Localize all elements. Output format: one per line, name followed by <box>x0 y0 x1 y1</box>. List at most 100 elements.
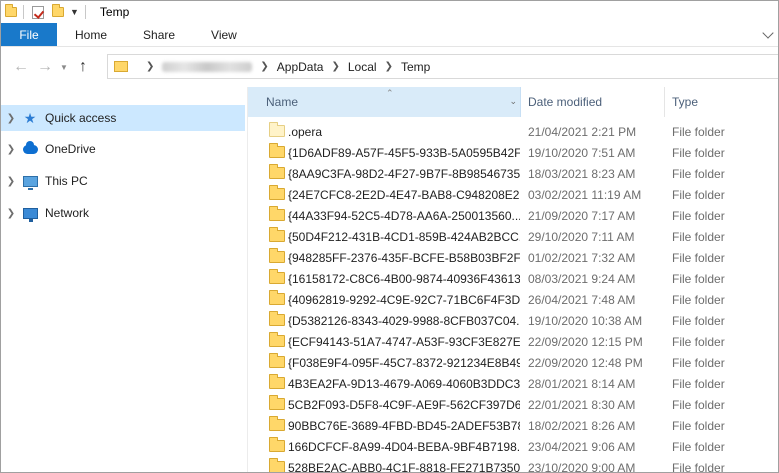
breadcrumb-user[interactable]: ❯ <box>162 61 276 72</box>
file-date-modified: 23/04/2021 9:06 AM <box>528 439 636 454</box>
file-row[interactable]: {40962819-9292-4C9E-92C7-71BC6F4F3D... 26… <box>248 289 778 310</box>
file-row[interactable]: {F038E9F4-095F-45C7-8372-921234E8B493} 22… <box>248 352 778 373</box>
sidebar-item-label: Quick access <box>45 111 117 125</box>
sidebar-item-onedrive[interactable]: ❯ OneDrive <box>1 136 245 162</box>
sidebar-item-network[interactable]: ❯ Network <box>1 200 245 226</box>
tab-view[interactable]: View <box>193 23 255 46</box>
file-row[interactable]: {44A33F94-52C5-4D78-AA6A-250013560... 21/… <box>248 205 778 226</box>
expand-icon[interactable]: ❯ <box>1 208 21 219</box>
column-filter-dropdown-icon[interactable]: ⌄ <box>509 96 517 107</box>
file-list: ⌃ Name ⌄ Date modified Type .opera 21/04/… <box>248 87 778 473</box>
tab-share[interactable]: Share <box>125 23 193 46</box>
column-header-type[interactable]: Type <box>666 87 778 117</box>
file-row[interactable]: {16158172-C8C6-4B00-9874-40936F43613B} 08… <box>248 268 778 289</box>
file-date-modified: 21/04/2021 2:21 PM <box>528 124 637 139</box>
sidebar-item-this-pc[interactable]: ❯ This PC <box>1 168 245 194</box>
file-name[interactable]: 166DCFCF-8A99-4D04-BEBA-9BF4B7198... <box>288 440 520 454</box>
file-row[interactable]: 5CB2F093-D5F8-4C9F-AE9F-562CF397D6... 22/… <box>248 394 778 415</box>
file-date-modified: 22/09/2020 12:48 PM <box>528 355 643 370</box>
folder-icon <box>269 353 285 368</box>
file-name[interactable]: {50D4F212-431B-4CD1-859B-424AB2BCC... <box>288 230 520 244</box>
file-name[interactable]: 4B3EA2FA-9D13-4679-A069-4060B3DDC3... <box>288 377 520 391</box>
expand-ribbon-icon[interactable] <box>762 27 774 39</box>
file-type: File folder <box>672 292 725 307</box>
file-date-modified: 19/10/2020 7:51 AM <box>528 145 636 160</box>
title-divider <box>84 5 86 19</box>
column-header-date-modified[interactable]: Date modified <box>522 87 665 117</box>
file-date-modified: 23/10/2020 9:00 AM <box>528 460 636 473</box>
file-row[interactable]: 528BE2AC-ABB0-4C1F-8818-FE271B73504A 23/1… <box>248 457 778 473</box>
file-name[interactable]: {24E7CFC8-2E2D-4E47-BAB8-C948208E2B... <box>288 188 520 202</box>
sidebar-item-label: OneDrive <box>45 142 96 156</box>
file-name[interactable]: 5CB2F093-D5F8-4C9F-AE9F-562CF397D6... <box>288 398 520 412</box>
file-name[interactable]: {44A33F94-52C5-4D78-AA6A-250013560... <box>288 209 520 223</box>
sidebar-item-quick-access[interactable]: ❯ ★ Quick access <box>1 105 245 131</box>
file-type: File folder <box>672 334 725 349</box>
up-button[interactable]: ↑ <box>71 55 95 79</box>
address-bar[interactable]: ❯ ❯ AppData ❯ Local ❯ Temp <box>107 54 778 79</box>
quick-access-toolbar-dropdown-icon[interactable]: ▼ <box>70 7 79 17</box>
folder-icon <box>269 185 285 200</box>
file-row[interactable]: {8AA9C3FA-98D2-4F27-9B7F-8B98546735... 18… <box>248 163 778 184</box>
breadcrumb-temp[interactable]: Temp <box>401 60 430 74</box>
file-row[interactable]: {ECF94143-51A7-4747-A53F-93CF3E827E... 22… <box>248 331 778 352</box>
file-type: File folder <box>672 313 725 328</box>
file-name[interactable]: 90BBC76E-3689-4FBD-BD45-2ADEF53B78... <box>288 419 520 433</box>
expand-icon[interactable]: ❯ <box>1 113 21 124</box>
breadcrumb-label: Local <box>347 59 377 74</box>
file-name[interactable]: 528BE2AC-ABB0-4C1F-8818-FE271B73504A <box>288 461 520 473</box>
breadcrumb-local[interactable]: Local ❯ <box>348 60 401 74</box>
folder-icon <box>269 164 285 179</box>
file-row[interactable]: {948285FF-2376-435F-BCFE-B58B03BF2F28} 01… <box>248 247 778 268</box>
file-type: File folder <box>672 187 725 202</box>
breadcrumb-label: Temp <box>400 59 431 74</box>
breadcrumb-separator[interactable]: ❯ <box>138 61 162 72</box>
file-name[interactable]: {D5382126-8343-4029-9988-8CFB037C04... <box>288 314 520 328</box>
file-row[interactable]: 90BBC76E-3689-4FBD-BD45-2ADEF53B78... 18/… <box>248 415 778 436</box>
forward-button[interactable]: → <box>33 55 57 79</box>
file-date-modified: 21/09/2020 7:17 AM <box>528 208 636 223</box>
new-folder-icon[interactable] <box>52 4 64 20</box>
expand-icon[interactable]: ❯ <box>1 144 21 155</box>
file-name[interactable]: .opera <box>288 125 520 139</box>
folder-icon <box>269 458 285 472</box>
file-type: File folder <box>672 439 725 454</box>
file-row[interactable]: {50D4F212-431B-4CD1-859B-424AB2BCC... 29/… <box>248 226 778 247</box>
file-type: File folder <box>672 145 725 160</box>
file-name[interactable]: {F038E9F4-095F-45C7-8372-921234E8B493} <box>288 356 520 370</box>
file-type: File folder <box>672 418 725 433</box>
expand-icon[interactable]: ❯ <box>1 176 21 187</box>
file-type: File folder <box>672 376 725 391</box>
file-row[interactable]: {D5382126-8343-4029-9988-8CFB037C04... 19… <box>248 310 778 331</box>
file-name[interactable]: {40962819-9292-4C9E-92C7-71BC6F4F3D... <box>288 293 520 307</box>
breadcrumb-label: AppData <box>276 59 324 74</box>
back-button[interactable]: ← <box>9 55 33 79</box>
navigation-bar: ← → ▼ ↑ ❯ ❯ AppData ❯ Local ❯ Temp <box>1 47 778 87</box>
column-header-name[interactable]: ⌃ Name ⌄ <box>248 87 521 117</box>
tab-home[interactable]: Home <box>57 23 125 46</box>
ribbon-tabs: File Home Share View <box>1 23 778 47</box>
file-row[interactable]: .opera 21/04/2021 2:21 PM File folder <box>248 121 778 142</box>
file-name[interactable]: {948285FF-2376-435F-BCFE-B58B03BF2F28} <box>288 251 520 265</box>
properties-icon[interactable] <box>32 5 44 19</box>
toolbar-divider <box>23 5 24 19</box>
window-title: Temp <box>99 5 130 19</box>
file-name[interactable]: {16158172-C8C6-4B00-9874-40936F43613B} <box>288 272 520 286</box>
file-row[interactable]: {1D6ADF89-A57F-45F5-933B-5A0595B42F... 19… <box>248 142 778 163</box>
folder-icon <box>269 206 285 221</box>
file-row[interactable]: 166DCFCF-8A99-4D04-BEBA-9BF4B7198... 23/0… <box>248 436 778 457</box>
file-name[interactable]: {ECF94143-51A7-4747-A53F-93CF3E827E... <box>288 335 520 349</box>
tab-file[interactable]: File <box>1 23 57 46</box>
file-explorer-window: ▼ Temp File Home Share View ← → ▼ ↑ ❯ ❯ … <box>0 0 779 473</box>
folder-icon <box>269 416 285 431</box>
file-name[interactable]: {1D6ADF89-A57F-45F5-933B-5A0595B42F... <box>288 146 520 160</box>
column-headers: ⌃ Name ⌄ Date modified Type <box>248 87 778 117</box>
file-date-modified: 22/09/2020 12:15 PM <box>528 334 643 349</box>
file-row[interactable]: {24E7CFC8-2E2D-4E47-BAB8-C948208E2B... 03… <box>248 184 778 205</box>
file-name[interactable]: {8AA9C3FA-98D2-4F27-9B7F-8B98546735... <box>288 167 520 181</box>
file-row[interactable]: 4B3EA2FA-9D13-4679-A069-4060B3DDC3... 28/… <box>248 373 778 394</box>
breadcrumb-appdata[interactable]: AppData ❯ <box>277 60 348 74</box>
recent-locations-dropdown-icon[interactable]: ▼ <box>57 63 71 72</box>
file-type: File folder <box>672 271 725 286</box>
star-icon: ★ <box>23 109 37 126</box>
